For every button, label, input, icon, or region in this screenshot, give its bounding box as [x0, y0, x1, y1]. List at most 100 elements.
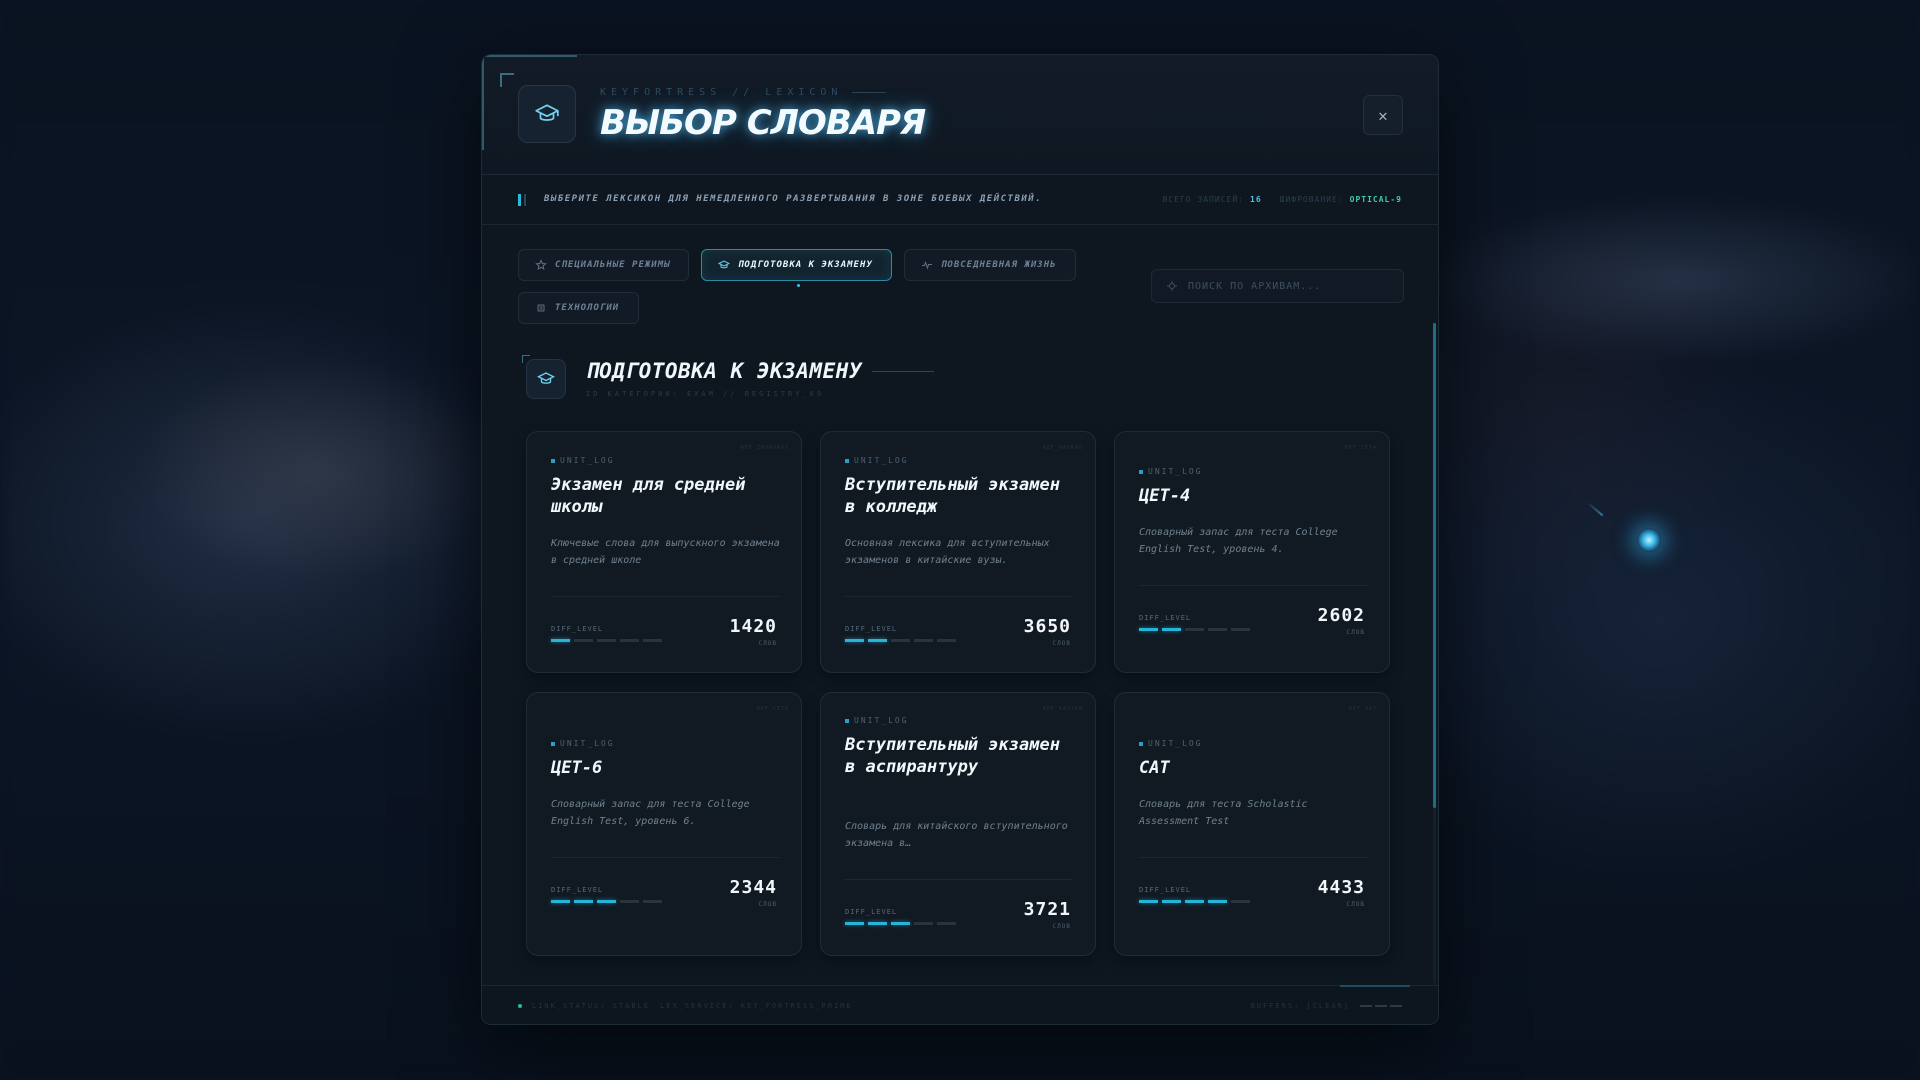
- tab-label: СПЕЦИАЛЬНЫЕ РЕЖИМЫ: [555, 260, 671, 270]
- card-unit-text: UNIT_LOG: [560, 739, 615, 748]
- tab-special-modes[interactable]: СПЕЦИАЛЬНЫЕ РЕЖИМЫ: [518, 249, 689, 281]
- card-unit-text: UNIT_LOG: [854, 456, 909, 465]
- card-divider: [551, 857, 779, 858]
- tab-technology[interactable]: ТЕХНОЛОГИИ: [518, 292, 639, 324]
- encryption-value: OPTICAL-9: [1349, 195, 1402, 204]
- header-accent-line-vertical: [482, 55, 484, 150]
- notice-bar: ВЫБЕРИТЕ ЛЕКСИКОН ДЛЯ НЕМЕДЛЕННОГО РАЗВЕ…: [482, 175, 1438, 225]
- card-unit-label: UNIT_LOG: [1139, 739, 1203, 748]
- dictionary-card-sat[interactable]: REF_SAT UNIT_LOG САТ Словарь для теста S…: [1114, 692, 1390, 956]
- tab-label: ТЕХНОЛОГИИ: [555, 303, 620, 313]
- card-title: Вступительный экзамен в колледж: [845, 475, 1060, 517]
- scrollbar-thumb[interactable]: [1433, 323, 1436, 808]
- tab-label: ПОДГОТОВКА К ЭКЗАМЕНУ: [738, 260, 873, 270]
- dictionary-card-cet6[interactable]: REF_CET6 UNIT_LOG ЦЕТ-6 Словарный запас …: [526, 692, 802, 956]
- graduation-cap-icon: [537, 372, 555, 384]
- difficulty-segment: [643, 639, 662, 642]
- card-description: Ключевые слова для выпускного экзамена в…: [551, 538, 780, 566]
- card-unit-label: UNIT_LOG: [551, 739, 615, 748]
- difficulty-segment: [1139, 900, 1158, 903]
- card-ref-tag: REF_CET6: [756, 706, 789, 712]
- card-unit-label: UNIT_LOG: [1139, 467, 1203, 476]
- word-count: 2602: [1317, 605, 1365, 626]
- card-title: САТ: [1139, 758, 1170, 778]
- difficulty-meter: [845, 639, 956, 642]
- total-records: ВСЕГО ЗАПИСЕЙ: 16: [1163, 195, 1262, 204]
- card-difficulty-label: DIFF_LEVEL: [551, 625, 604, 633]
- total-records-label: ВСЕГО ЗАПИСЕЙ:: [1162, 195, 1245, 204]
- tab-label: ПОВСЕДНЕВНАЯ ЖИЗНЬ: [941, 260, 1057, 270]
- footer-buffers: BUFFERS: [CLEAR]: [1251, 1002, 1402, 1010]
- buffers-status: BUFFERS: [CLEAR]: [1250, 1002, 1350, 1010]
- word-count-unit: СЛОВ: [1052, 640, 1071, 647]
- card-divider: [845, 879, 1073, 880]
- card-difficulty-label: DIFF_LEVEL: [845, 908, 898, 916]
- crosshair-icon: [1167, 281, 1177, 291]
- dictionary-card-middle-school[interactable]: REF_ZHONGKAO UNIT_LOG Экзамен для средне…: [526, 431, 802, 673]
- dictionary-card-college-entrance[interactable]: REF_GAOKAO UNIT_LOG Вступительный экзаме…: [820, 431, 1096, 673]
- difficulty-segment: [597, 900, 616, 903]
- difficulty-segment: [868, 922, 887, 925]
- section-title: ПОДГОТОВКА К ЭКЗАМЕНУ: [586, 359, 863, 383]
- modal-header: KEYFORTRESS // LEXICON ВЫБОР СЛОВАРЯ ✕: [482, 55, 1438, 175]
- difficulty-segment: [551, 639, 570, 642]
- footer-accent-line: [1340, 985, 1410, 987]
- brand-divider: [852, 92, 887, 93]
- card-description: Словарный запас для теста College Englis…: [551, 799, 750, 827]
- card-ref-tag: REF_ZHONGKAO: [740, 445, 789, 451]
- difficulty-meter: [551, 900, 662, 903]
- tab-exam-prep[interactable]: ПОДГОТОВКА К ЭКЗАМЕНУ: [701, 249, 892, 287]
- dictionary-card-cet4[interactable]: REF_CET4 UNIT_LOG ЦЕТ-4 Словарный запас …: [1114, 431, 1390, 673]
- word-count-unit: СЛОВ: [1052, 923, 1071, 930]
- difficulty-segment: [891, 639, 910, 642]
- card-title: Экзамен для средней школы: [551, 475, 746, 517]
- section-title-divider: [872, 370, 935, 372]
- word-count-unit: СЛОВ: [1346, 629, 1365, 636]
- unit-marker-icon: [1139, 741, 1143, 746]
- word-count: 4433: [1317, 877, 1365, 898]
- pulse-icon: [922, 260, 932, 270]
- word-count-unit: СЛОВ: [758, 901, 777, 908]
- card-description: Словарь для китайского вступительного эк…: [845, 821, 1068, 849]
- graduation-cap-icon: [718, 260, 730, 269]
- lex-service: LEX_SERVICE: KEY_FORTRESS_PRIME: [660, 1002, 853, 1010]
- card-difficulty-label: DIFF_LEVEL: [1139, 614, 1192, 622]
- unit-marker-icon: [551, 741, 555, 746]
- word-count-unit: СЛОВ: [758, 640, 777, 647]
- difficulty-segment: [574, 639, 593, 642]
- difficulty-meter: [845, 922, 956, 925]
- graduation-cap-icon: [535, 104, 559, 121]
- difficulty-segment: [1185, 628, 1204, 631]
- unit-marker-icon: [845, 458, 849, 463]
- difficulty-segment: [914, 922, 933, 925]
- difficulty-segment: [845, 639, 864, 642]
- dictionary-card-postgraduate[interactable]: REF_KAOYAN UNIT_LOG Вступительный экзаме…: [820, 692, 1096, 956]
- card-title: ЦЕТ-4: [1139, 486, 1191, 506]
- card-ref-tag: REF_KAOYAN: [1042, 706, 1083, 712]
- card-title: ЦЕТ-6: [551, 758, 603, 778]
- brand-text: KEYFORTRESS // LEXICON: [600, 87, 843, 98]
- card-description: Словарный запас для теста College Englis…: [1139, 527, 1338, 555]
- section-icon-badge: [526, 359, 566, 399]
- difficulty-segment: [1231, 628, 1250, 631]
- difficulty-segment: [620, 639, 639, 642]
- word-count-unit: СЛОВ: [1346, 901, 1365, 908]
- difficulty-meter: [1139, 628, 1250, 631]
- notice-text: ВЫБЕРИТЕ ЛЕКСИКОН ДЛЯ НЕМЕДЛЕННОГО РАЗВЕ…: [544, 194, 1043, 204]
- dictionary-modal: KEYFORTRESS // LEXICON ВЫБОР СЛОВАРЯ ✕ В…: [481, 54, 1439, 1025]
- unit-marker-icon: [845, 718, 849, 723]
- word-count: 3721: [1023, 899, 1071, 920]
- card-unit-text: UNIT_LOG: [1148, 739, 1203, 748]
- word-count: 2344: [729, 877, 777, 898]
- footer-status: LINK_STATUS: STABLE LEX_SERVICE: KEY_FOR…: [518, 1002, 853, 1010]
- search-box[interactable]: [1151, 269, 1404, 303]
- section-heading: ПОДГОТОВКА К ЭКЗАМЕНУ: [586, 359, 935, 383]
- card-title: Вступительный экзамен в аспирантуру: [845, 735, 1060, 777]
- close-button[interactable]: ✕: [1363, 95, 1403, 135]
- tab-everyday-life[interactable]: ПОВСЕДНЕВНАЯ ЖИЗНЬ: [904, 249, 1076, 281]
- search-input[interactable]: [1188, 280, 1388, 292]
- difficulty-segment: [1231, 900, 1250, 903]
- status-footer: LINK_STATUS: STABLE LEX_SERVICE: KEY_FOR…: [482, 985, 1438, 1024]
- encryption: ШИФРОВАНИЕ: OPTICAL-9: [1280, 195, 1402, 204]
- card-unit-text: UNIT_LOG: [854, 716, 909, 725]
